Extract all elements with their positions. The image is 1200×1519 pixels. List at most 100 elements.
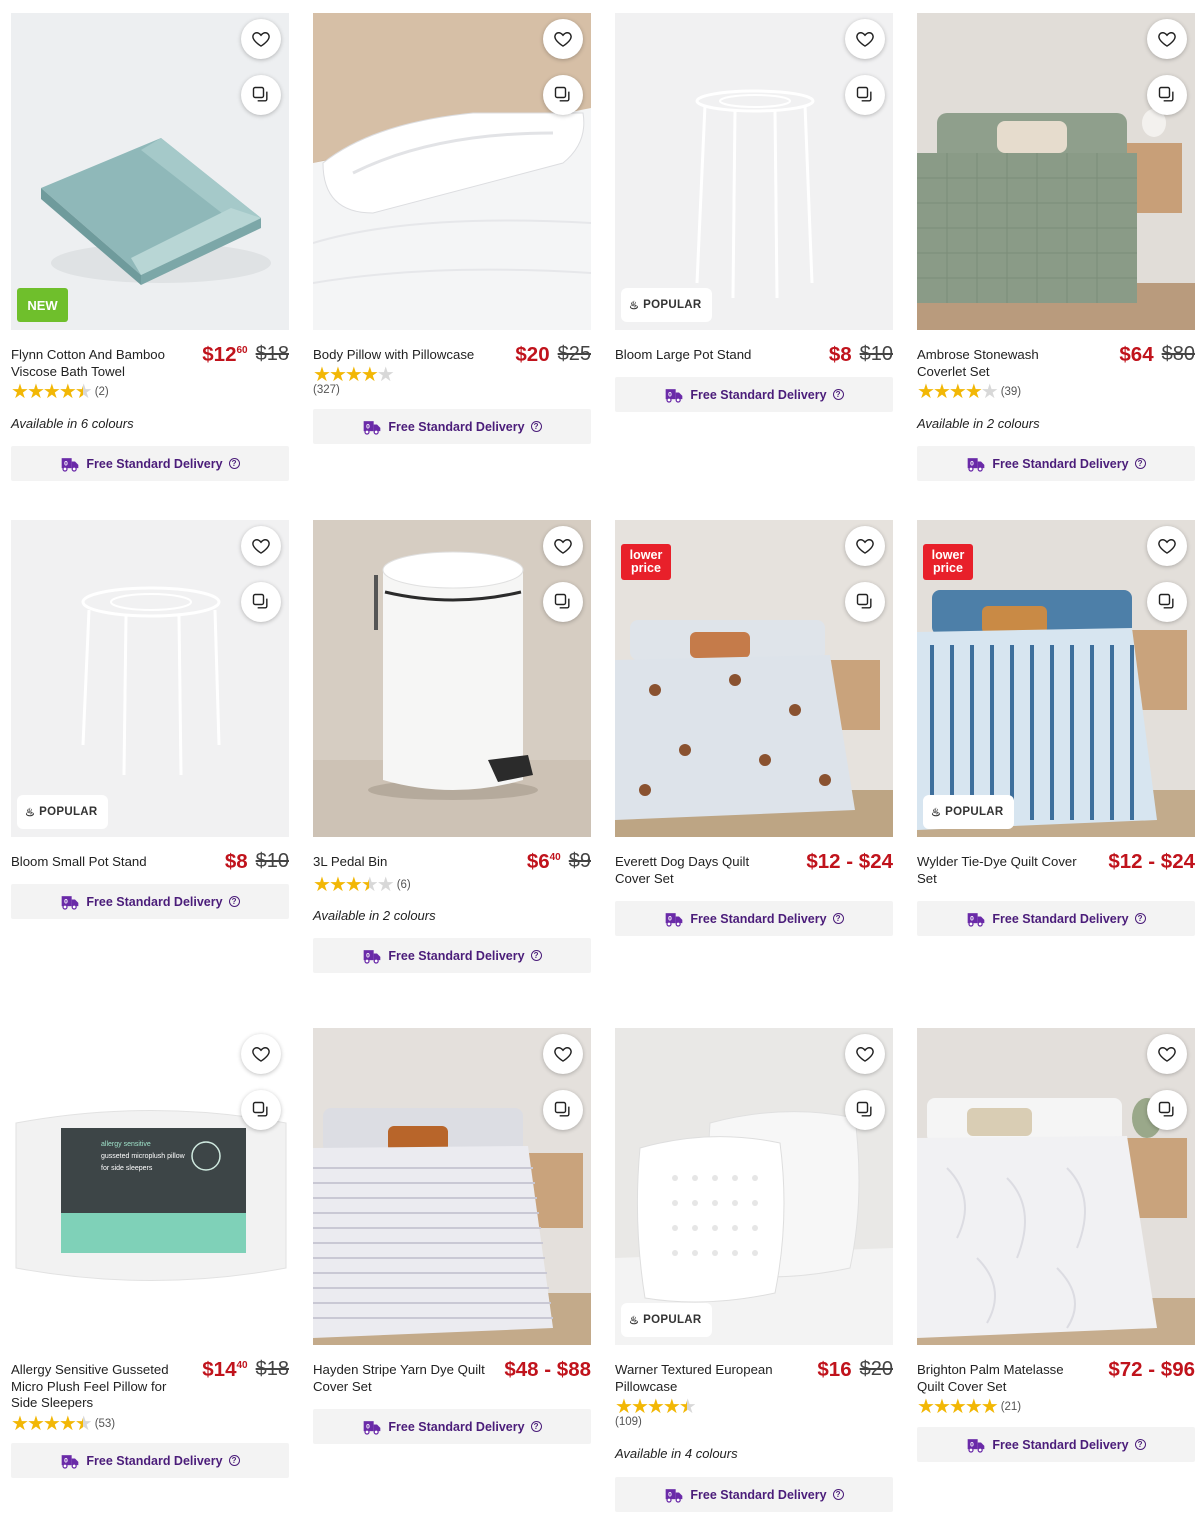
product-card[interactable]: 3L Pedal Bin $640 $9 ★★★★★ (6) Available… bbox=[313, 520, 591, 973]
product-title[interactable]: Ambrose Stonewash Coverlet Set bbox=[917, 347, 1089, 380]
product-image[interactable]: allergy sensitive gusseted microplush pi… bbox=[11, 1028, 289, 1345]
free-delivery-banner[interactable]: Free Standard Delivery ? bbox=[615, 901, 893, 936]
compare-button[interactable] bbox=[845, 1090, 885, 1130]
heart-outline-icon bbox=[855, 536, 875, 556]
compare-button[interactable] bbox=[543, 1090, 583, 1130]
product-title[interactable]: Everett Dog Days Quilt Cover Set bbox=[615, 854, 787, 887]
free-delivery-banner[interactable]: Free Standard Delivery ? bbox=[11, 446, 289, 481]
rating: ★★★★★ (109) bbox=[615, 1397, 697, 1428]
free-delivery-banner[interactable]: Free Standard Delivery ? bbox=[615, 377, 893, 412]
wishlist-button[interactable] bbox=[1147, 526, 1187, 566]
question-circle-icon[interactable]: ? bbox=[832, 913, 844, 924]
heart-outline-icon bbox=[855, 29, 875, 49]
free-delivery-banner[interactable]: Free Standard Delivery ? bbox=[11, 1443, 289, 1478]
compare-button[interactable] bbox=[241, 1090, 281, 1130]
wishlist-button[interactable] bbox=[241, 19, 281, 59]
question-circle-icon[interactable]: ? bbox=[1134, 913, 1146, 924]
review-count[interactable]: (109) bbox=[615, 1416, 642, 1428]
product-card[interactable]: Ambrose Stonewash Coverlet Set $64 $80 ★… bbox=[917, 13, 1195, 481]
compare-button[interactable] bbox=[543, 75, 583, 115]
wishlist-button[interactable] bbox=[543, 1034, 583, 1074]
compare-button[interactable] bbox=[1147, 582, 1187, 622]
question-circle-icon[interactable]: ? bbox=[228, 1455, 240, 1466]
product-image[interactable] bbox=[917, 13, 1195, 330]
wishlist-button[interactable] bbox=[845, 19, 885, 59]
product-title[interactable]: Flynn Cotton And Bamboo Viscose Bath Tow… bbox=[11, 347, 183, 380]
truck-icon bbox=[966, 455, 986, 473]
product-card[interactable]: lower price ♨ POPULAR Wylder Tie-Dye Quil… bbox=[917, 520, 1195, 936]
product-card[interactable]: allergy sensitive gusseted microplush pi… bbox=[11, 1028, 289, 1478]
product-card[interactable]: Brighton Palm Matelasse Quilt Cover Set … bbox=[917, 1028, 1195, 1462]
product-title[interactable]: Allergy Sensitive Gusseted Micro Plush F… bbox=[11, 1362, 183, 1412]
compare-button[interactable] bbox=[241, 582, 281, 622]
review-count[interactable]: (6) bbox=[397, 879, 411, 891]
heart-outline-icon bbox=[251, 1044, 271, 1064]
wishlist-button[interactable] bbox=[241, 1034, 281, 1074]
product-card[interactable]: Body Pillow with Pillowcase $20 $25 ★★★★… bbox=[313, 13, 591, 444]
product-title[interactable]: Body Pillow with Pillowcase bbox=[313, 347, 485, 364]
question-circle-icon[interactable]: ? bbox=[1134, 458, 1146, 469]
question-circle-icon[interactable]: ? bbox=[832, 389, 844, 400]
product-title[interactable]: Wylder Tie-Dye Quilt Cover Set bbox=[917, 854, 1089, 887]
review-count[interactable]: (21) bbox=[1001, 1401, 1021, 1413]
question-circle-icon[interactable]: ? bbox=[228, 458, 240, 469]
product-title[interactable]: Hayden Stripe Yarn Dye Quilt Cover Set bbox=[313, 1362, 485, 1395]
colour-availability: Available in 6 colours bbox=[11, 416, 134, 431]
wishlist-button[interactable] bbox=[241, 526, 281, 566]
wishlist-button[interactable] bbox=[543, 19, 583, 59]
question-circle-icon[interactable]: ? bbox=[228, 896, 240, 907]
wishlist-button[interactable] bbox=[1147, 19, 1187, 59]
delivery-label: Free Standard Delivery bbox=[86, 456, 223, 471]
product-title[interactable]: 3L Pedal Bin bbox=[313, 854, 485, 871]
delivery-label: Free Standard Delivery bbox=[388, 948, 525, 963]
review-count[interactable]: (53) bbox=[95, 1418, 115, 1430]
review-count[interactable]: (2) bbox=[95, 386, 109, 398]
compare-button[interactable] bbox=[1147, 75, 1187, 115]
price-block: $12 - $24 bbox=[1108, 850, 1195, 874]
review-count[interactable]: (39) bbox=[1001, 386, 1021, 398]
compare-button[interactable] bbox=[1147, 1090, 1187, 1130]
product-card[interactable]: NEW Flynn Cotton And Bamboo Viscose Bath… bbox=[11, 13, 289, 481]
product-image[interactable]: ♨ POPULAR bbox=[11, 520, 289, 837]
product-card[interactable]: ♨ POPULAR Bloom Large Pot Stand $8 $10 Fr… bbox=[615, 13, 893, 412]
wishlist-button[interactable] bbox=[1147, 1034, 1187, 1074]
product-image[interactable] bbox=[313, 1028, 591, 1345]
question-circle-icon[interactable]: ? bbox=[530, 1421, 542, 1432]
product-title[interactable]: Brighton Palm Matelasse Quilt Cover Set bbox=[917, 1362, 1089, 1395]
wishlist-button[interactable] bbox=[845, 526, 885, 566]
product-title[interactable]: Bloom Large Pot Stand bbox=[615, 347, 787, 364]
free-delivery-banner[interactable]: Free Standard Delivery ? bbox=[313, 409, 591, 444]
wishlist-button[interactable] bbox=[543, 526, 583, 566]
wishlist-button[interactable] bbox=[845, 1034, 885, 1074]
product-card[interactable]: ♨ POPULAR Bloom Small Pot Stand $8 $10 Fr… bbox=[11, 520, 289, 919]
product-image[interactable] bbox=[917, 1028, 1195, 1345]
product-image[interactable]: NEW bbox=[11, 13, 289, 330]
free-delivery-banner[interactable]: Free Standard Delivery ? bbox=[615, 1477, 893, 1512]
product-image[interactable]: ♨ POPULAR bbox=[615, 13, 893, 330]
free-delivery-banner[interactable]: Free Standard Delivery ? bbox=[917, 901, 1195, 936]
product-image[interactable]: lower price ♨ POPULAR bbox=[917, 520, 1195, 837]
product-image[interactable] bbox=[313, 520, 591, 837]
product-image[interactable]: ♨ POPULAR bbox=[615, 1028, 893, 1345]
question-circle-icon[interactable]: ? bbox=[832, 1489, 844, 1500]
question-circle-icon[interactable]: ? bbox=[530, 950, 542, 961]
free-delivery-banner[interactable]: Free Standard Delivery ? bbox=[917, 446, 1195, 481]
product-image[interactable] bbox=[313, 13, 591, 330]
product-title[interactable]: Bloom Small Pot Stand bbox=[11, 854, 183, 871]
compare-button[interactable] bbox=[845, 75, 885, 115]
compare-button[interactable] bbox=[845, 582, 885, 622]
question-circle-icon[interactable]: ? bbox=[1134, 1439, 1146, 1450]
product-card[interactable]: lower price Everett Dog Days Quilt Cover… bbox=[615, 520, 893, 936]
product-image[interactable]: lower price bbox=[615, 520, 893, 837]
free-delivery-banner[interactable]: Free Standard Delivery ? bbox=[313, 1409, 591, 1444]
product-card[interactable]: ♨ POPULAR Warner Textured European Pillow… bbox=[615, 1028, 893, 1512]
free-delivery-banner[interactable]: Free Standard Delivery ? bbox=[917, 1427, 1195, 1462]
product-title[interactable]: Warner Textured European Pillowcase bbox=[615, 1362, 787, 1395]
free-delivery-banner[interactable]: Free Standard Delivery ? bbox=[11, 884, 289, 919]
question-circle-icon[interactable]: ? bbox=[530, 421, 542, 432]
compare-button[interactable] bbox=[543, 582, 583, 622]
compare-button[interactable] bbox=[241, 75, 281, 115]
review-count[interactable]: (327) bbox=[313, 384, 340, 396]
free-delivery-banner[interactable]: Free Standard Delivery ? bbox=[313, 938, 591, 973]
product-card[interactable]: Hayden Stripe Yarn Dye Quilt Cover Set $… bbox=[313, 1028, 591, 1444]
